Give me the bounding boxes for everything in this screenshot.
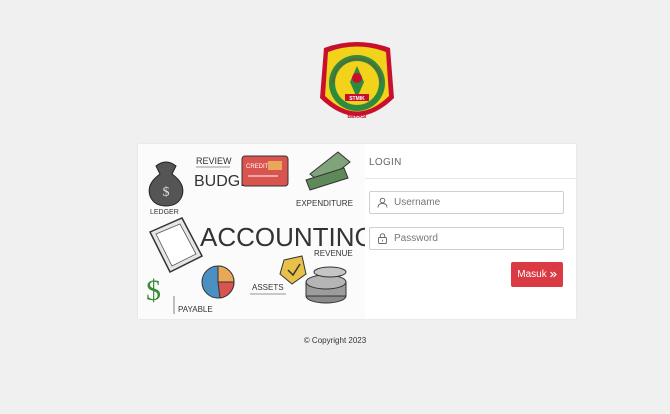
review-label: REVIEW (196, 156, 232, 166)
college-emblem-icon: STMIK BANI SALEH BEKASI SEKOLAH TINGGI M… (313, 35, 394, 120)
login-title: LOGIN (369, 157, 402, 168)
pie-chart-icon (201, 265, 235, 299)
user-icon (377, 197, 388, 208)
accounting-illustration: $ LEDGER REVIEW BUDGET CREDIT EXPENDITUR… (138, 144, 375, 319)
assets-label: ASSETS (252, 283, 284, 292)
username-input[interactable] (394, 192, 559, 213)
login-card: $ LEDGER REVIEW BUDGET CREDIT EXPENDITUR… (138, 144, 576, 319)
svg-text:$: $ (163, 185, 170, 200)
password-field[interactable] (369, 227, 564, 250)
logo: STMIK BANI SALEH BEKASI SEKOLAH TINGGI M… (313, 35, 400, 132)
payable-label: PAYABLE (178, 305, 213, 314)
ledger-label: LEDGER (150, 209, 179, 216)
copyright-text: © Copyright 2023 (303, 336, 367, 345)
accounting-doodle-image: $ LEDGER REVIEW BUDGET CREDIT EXPENDITUR… (138, 144, 375, 319)
username-field[interactable] (369, 191, 564, 214)
masuk-button[interactable]: Masuk (511, 262, 563, 287)
logo-sub-text: BANI SALEH (345, 104, 370, 109)
revenue-label: REVENUE (314, 249, 353, 258)
logo-center-text: STMIK (349, 96, 365, 102)
expenditure-label: EXPENDITURE (296, 199, 353, 208)
logo-bottom-text: BEKASI (348, 114, 368, 120)
accounting-label: ACCOUNTING (200, 222, 365, 252)
masuk-button-label: Masuk (517, 269, 547, 280)
login-form: LOGIN Masuk (365, 144, 576, 319)
dollar-icon: $ (146, 274, 161, 307)
lock-icon (378, 233, 387, 244)
divider (365, 178, 576, 179)
double-chevron-right-icon (549, 271, 557, 278)
credit-card-icon: CREDIT (241, 155, 289, 187)
credit-label: CREDIT (246, 164, 269, 170)
password-input[interactable] (394, 228, 559, 249)
